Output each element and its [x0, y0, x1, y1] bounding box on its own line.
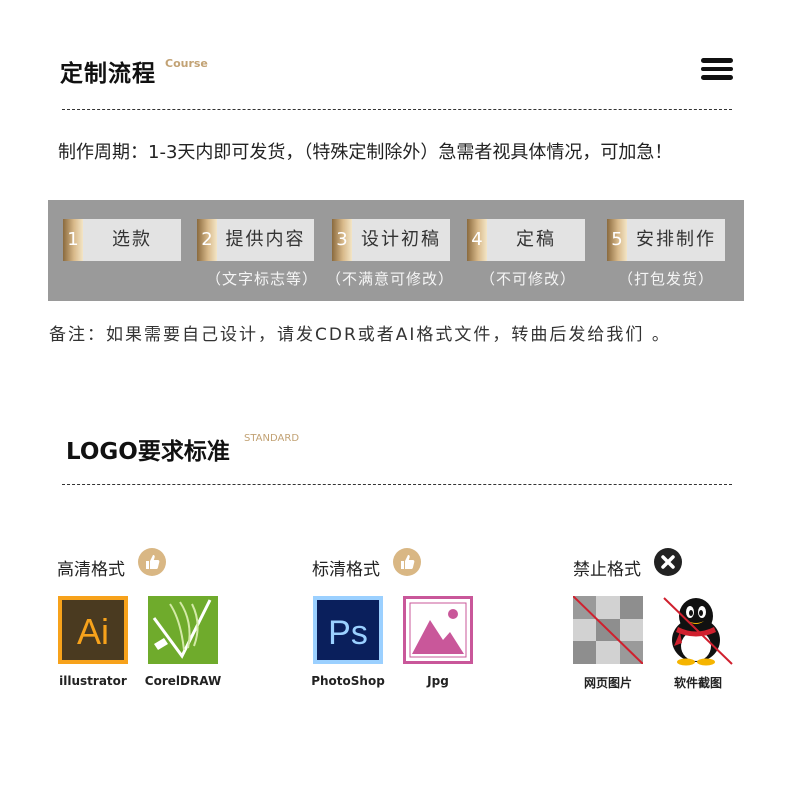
step-2-provide-content[interactable]: 2 提供内容 [197, 219, 314, 261]
production-period-text: 制作周期：1-3天内即可发货，（特殊定制除外）急需者视具体情况，可加急！ [58, 142, 673, 163]
jpg-caption: Jpg [427, 674, 449, 688]
step-4-finalize[interactable]: 4 定稿 [467, 219, 585, 261]
jpg-image-icon [403, 596, 473, 664]
remark-text: 备注：如果需要自己设计，请发CDR或者AI格式文件，转曲后发给我们 。 [49, 325, 671, 345]
process-steps-banner: 1 选款 2 提供内容 3 设计初稿 4 定稿 5 安排制作 （文字标志等） （… [48, 200, 744, 301]
step-number: 2 [197, 219, 217, 261]
web-image-icon [572, 595, 644, 665]
coreldraw-caption: CorelDRAW [144, 674, 222, 688]
step-label: 选款 [112, 229, 152, 250]
step-number: 5 [607, 219, 627, 261]
step-label: 提供内容 [225, 229, 306, 250]
group-title-high-definition: 高清格式 [57, 560, 125, 580]
photoshop-caption: PhotoShop [311, 674, 385, 688]
step-label: 安排制作 [636, 229, 716, 250]
group-title-forbidden: 禁止格式 [573, 560, 641, 580]
group-title-standard-definition: 标清格式 [312, 560, 380, 580]
step-3-note: （不满意可修改） [326, 270, 455, 288]
illustrator-icon: Ai [58, 596, 128, 664]
logo-standard-title: LOGO要求标准 [66, 439, 230, 465]
step-label: 定稿 [516, 229, 556, 250]
step-number: 4 [467, 219, 487, 261]
divider [62, 484, 732, 485]
software-screenshot-caption: 软件截图 [673, 676, 722, 690]
step-1-select-style[interactable]: 1 选款 [63, 219, 181, 261]
photoshop-icon: Ps [313, 596, 383, 664]
web-image-caption: 网页图片 [583, 676, 632, 690]
qq-penguin-icon [662, 596, 734, 666]
step-number: 1 [63, 219, 83, 261]
forbidden-x-icon [654, 548, 682, 576]
step-2-note: （文字标志等） [206, 270, 319, 288]
step-5-note: （打包发货） [618, 270, 715, 288]
process-subtitle: Course [165, 57, 208, 70]
thumbs-up-icon [393, 548, 421, 576]
illustrator-glyph: Ai [77, 611, 109, 652]
step-5-production[interactable]: 5 安排制作 [607, 219, 725, 261]
step-4-note: （不可修改） [480, 270, 577, 288]
photoshop-glyph: Ps [328, 614, 368, 652]
divider [62, 109, 732, 110]
coreldraw-icon [148, 596, 218, 664]
step-label: 设计初稿 [361, 229, 441, 250]
logo-standard-subtitle: STANDARD [244, 433, 300, 444]
thumbs-up-icon [138, 548, 166, 576]
process-title: 定制流程 [60, 61, 156, 87]
menu-icon[interactable] [701, 58, 733, 80]
illustrator-caption: illustrator [59, 674, 127, 688]
step-number: 3 [332, 219, 352, 261]
step-3-draft-design[interactable]: 3 设计初稿 [332, 219, 450, 261]
